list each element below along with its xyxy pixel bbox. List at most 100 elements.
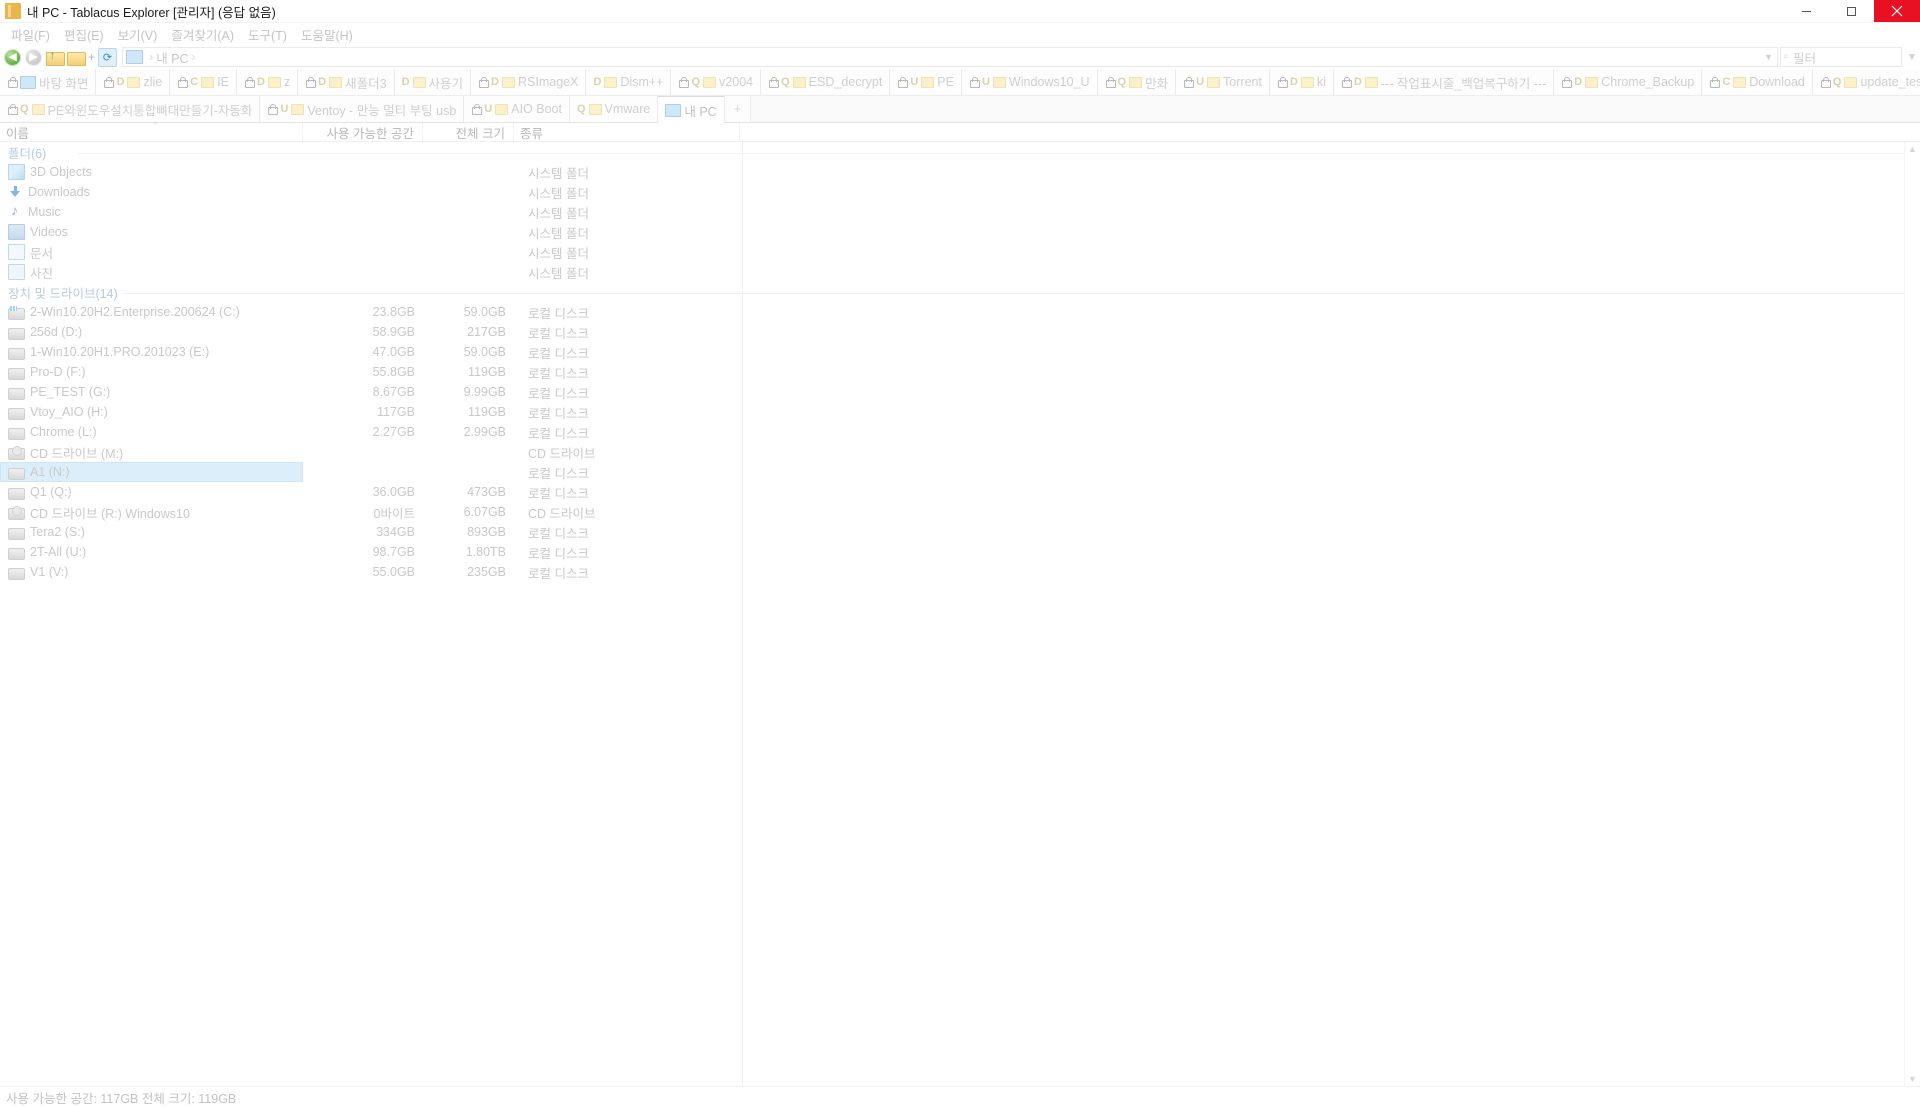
tab-ki[interactable]: Dki [1269,69,1334,95]
cell-name[interactable]: 문서 [0,242,303,262]
back-button[interactable]: ◀ [2,47,23,68]
cell-name[interactable]: Vtoy_AIO (H:) [0,402,303,422]
tab-ie[interactable]: C IE [170,69,237,95]
tab-esd-decrypt[interactable]: Q ESD_decrypt [761,69,891,95]
table-row[interactable]: 3D Objects 시스템 폴더 [0,162,1920,182]
maximize-button[interactable] [1829,0,1874,22]
tab-만화[interactable]: Q 만화 [1097,69,1177,95]
cell-name[interactable]: CD 드라이브 (M:) [0,442,303,462]
table-row[interactable]: V1 (V:) 55.0GB 235GB 로컬 디스크 [0,562,1920,582]
column-header-name[interactable]: 이름 ⌃ [0,121,303,141]
table-row[interactable]: Music 시스템 폴더 [0,202,1920,222]
up-button[interactable] [44,47,65,68]
tab--작업표시줄-백업복구하기-[interactable]: D --- 작업표시줄_백업복구하기 --- [1333,69,1555,95]
table-row[interactable]: Downloads 시스템 폴더 [0,182,1920,202]
table-row[interactable]: Tera2 (S:) 334GB 893GB 로컬 디스크 [0,522,1920,542]
tab-내-pc[interactable]: 내 PC [658,96,725,123]
folder-button[interactable] [65,47,86,68]
cell-name[interactable]: CD 드라이브 (R:) Windows10 [0,502,303,522]
cell-name[interactable]: Chrome (L:) [0,422,303,442]
cell-name[interactable]: Q1 (Q:) [0,482,303,502]
cell-total-size: 235GB [467,565,506,579]
scroll-down-arrow[interactable]: ▼ [1908,1072,1917,1086]
table-row[interactable]: 256d (D:) 58.9GB 217GB 로컬 디스크 [0,322,1920,342]
cell-name[interactable]: Tera2 (S:) [0,522,303,542]
minimize-button[interactable] [1784,0,1829,22]
tab-바탕-화면[interactable]: 바탕 화면 [0,69,97,95]
cell-name[interactable]: Downloads [0,182,303,202]
group-header[interactable]: 장치 및 드라이브(14)⌃ [0,282,1920,302]
table-row[interactable]: Q1 (Q:) 36.0GB 473GB 로컬 디스크 [0,482,1920,502]
funnel-icon[interactable]: ▼ [1904,48,1920,66]
cell-name[interactable]: PE_TEST (G:) [0,382,303,402]
tab-dism-[interactable]: D Dism++ [586,69,672,95]
menu-file[interactable]: 파일(F) [4,24,57,45]
cell-name[interactable]: 2-Win10.20H2.Enterprise.200624 (C:) [0,302,303,322]
tab-z[interactable]: Dz [236,69,299,95]
address-dropdown-icon[interactable]: ▼ [1764,52,1773,62]
menu-tools[interactable]: 도구(T) [241,24,294,45]
add-button[interactable]: + [86,50,97,64]
file-list[interactable]: 폴더(6)⌃3D Objects시스템 폴더Downloads시스템 폴더Mus… [0,142,1920,582]
scroll-up-arrow[interactable]: ▲ [1908,142,1917,156]
menu-bar: 파일(F) 편집(E) 보기(V) 즐겨찾기(A) 도구(T) 도움말(H) [0,23,1920,45]
window-controls [1784,0,1920,22]
cell-name[interactable]: Pro-D (F:) [0,362,303,382]
cell-name[interactable]: A1 (N:) [0,462,303,482]
cell-name[interactable]: 256d (D:) [0,322,303,342]
address-bar[interactable]: › 내 PC › ▼ [122,47,1778,67]
table-row[interactable]: Videos 시스템 폴더 [0,222,1920,242]
table-row[interactable]: Pro-D (F:) 55.8GB 119GB 로컬 디스크 [0,362,1920,382]
table-row[interactable]: CD 드라이브 (R:) Windows10 0바이트 6.07GB CD 드라이브 [0,502,1920,522]
table-row[interactable]: 사진 시스템 폴더 [0,262,1920,282]
menu-edit[interactable]: 편집(E) [57,24,111,45]
cell-name[interactable]: 1-Win10.20H1.PRO.201023 (E:) [0,342,303,362]
cell-name[interactable]: Music [0,202,303,222]
menu-view[interactable]: 보기(V) [111,24,165,45]
new-tab-button[interactable]: + [724,96,752,122]
tab-사용기[interactable]: D 사용기 [394,69,472,95]
tab-rsimagex[interactable]: D RSImageX [471,69,587,95]
filter-input[interactable]: ⌕ 필터 [1780,47,1902,67]
breadcrumb-mypc[interactable]: 내 PC [156,48,188,67]
tab-zlie[interactable]: Dzlie [96,69,171,95]
tab-windows10-u[interactable]: U Windows10_U [961,69,1098,95]
cell-name[interactable]: 사진 [0,262,303,282]
tab-update-test[interactable]: Qupdate_test [1812,69,1920,95]
tab-vmware[interactable]: Q Vmware [569,96,659,122]
tab-chrome-backup[interactable]: D Chrome_Backup [1554,69,1703,95]
table-row[interactable]: 1-Win10.20H1.PRO.201023 (E:) 47.0GB 59.0GB… [0,342,1920,362]
close-button[interactable] [1874,0,1920,22]
table-row[interactable]: CD 드라이브 (M:) CD 드라이브 [0,442,1920,462]
tab-torrent[interactable]: U Torrent [1176,69,1270,95]
cell-type: 시스템 폴더 [528,266,589,281]
tab-v2004[interactable]: Qv2004 [671,69,762,95]
cell-name[interactable]: 2T-All (U:) [0,542,303,562]
table-row[interactable]: 2-Win10.20H2.Enterprise.200624 (C:) 23.8G… [0,302,1920,322]
cell-name[interactable]: Videos [0,222,303,242]
tab-새폴더3[interactable]: D 새폴더3 [298,69,395,95]
group-header[interactable]: 폴더(6)⌃ [0,142,1920,162]
tab-pe와윈도우설치통합뼈대만들기-자동화[interactable]: Q PE와윈도우설치통합뼈대만들기-자동화 [0,96,261,122]
table-row[interactable]: Chrome (L:) 2.27GB 2.99GB 로컬 디스크 [0,422,1920,442]
pane-splitter[interactable] [742,142,743,1086]
tab-ventoy-만능-멀티-부팅-usb[interactable]: U Ventoy - 만능 멀티 부팅 usb [260,96,465,122]
table-row[interactable]: 문서 시스템 폴더 [0,242,1920,262]
menu-favorites[interactable]: 즐겨찾기(A) [164,24,241,45]
table-row[interactable]: Vtoy_AIO (H:) 117GB 119GB 로컬 디스크 [0,402,1920,422]
refresh-button[interactable]: ⟳ [97,47,118,68]
tab-download[interactable]: C Download [1702,69,1813,95]
table-row[interactable]: 2T-All (U:) 98.7GB 1.80TB 로컬 디스크 [0,542,1920,562]
table-row[interactable]: PE_TEST (G:) 8.67GB 9.99GB 로컬 디스크 [0,382,1920,402]
column-header-total[interactable]: 전체 크기 [423,123,514,141]
cell-name[interactable]: V1 (V:) [0,562,303,582]
menu-help[interactable]: 도움말(H) [294,24,360,45]
forward-button[interactable]: ▶ [23,47,44,68]
column-header-free[interactable]: 사용 가능한 공간 [303,123,423,141]
tab-aio-boot[interactable]: U AIO Boot [464,96,570,122]
cell-name[interactable]: 3D Objects [0,162,303,182]
tab-pe[interactable]: U PE [890,69,962,95]
vertical-scrollbar[interactable]: ▲ ▼ [1904,142,1920,1086]
column-header-type[interactable]: 종류 [514,123,740,141]
table-row[interactable]: A1 (N:) 로컬 디스크 [0,462,1920,482]
